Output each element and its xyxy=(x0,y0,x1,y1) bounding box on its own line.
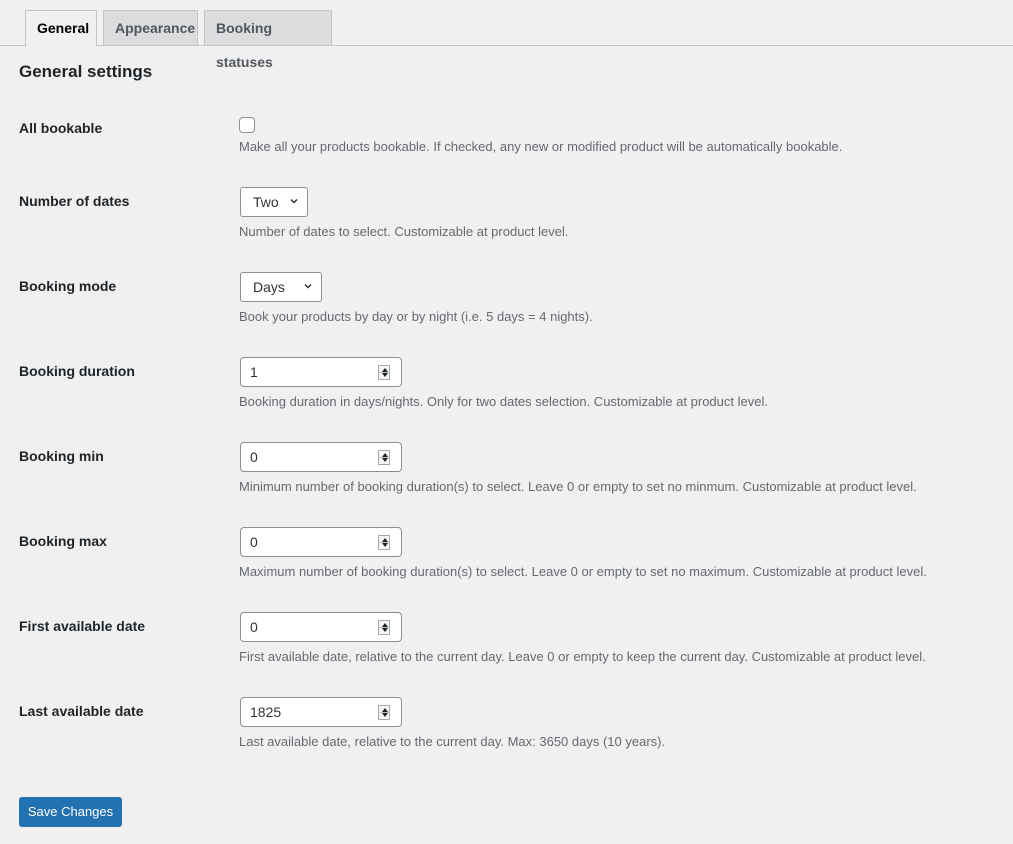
number-of-dates-select[interactable]: Two xyxy=(240,187,308,217)
booking-mode-label: Booking mode xyxy=(19,278,117,294)
spinner-icon[interactable] xyxy=(378,705,390,720)
booking-duration-input[interactable]: 1 xyxy=(240,357,402,387)
last-available-date-label: Last available date xyxy=(19,703,144,719)
booking-duration-label: Booking duration xyxy=(19,363,135,379)
spinner-icon[interactable] xyxy=(378,535,390,550)
booking-mode-value: Days xyxy=(253,279,285,295)
booking-mode-description: Book your products by day or by night (i… xyxy=(239,309,593,324)
booking-max-description: Maximum number of booking duration(s) to… xyxy=(239,564,927,579)
tab-booking-statuses[interactable]: Booking statuses xyxy=(204,10,332,70)
save-changes-button[interactable]: Save Changes xyxy=(19,797,122,827)
first-available-date-label: First available date xyxy=(19,618,146,634)
booking-max-input[interactable]: 0 xyxy=(240,527,402,557)
all-bookable-checkbox[interactable] xyxy=(239,117,255,133)
last-available-date-input[interactable]: 1825 xyxy=(240,697,402,727)
all-bookable-label: All bookable xyxy=(19,120,103,136)
number-of-dates-label: Number of dates xyxy=(19,193,130,209)
all-bookable-description: Make all your products bookable. If chec… xyxy=(239,139,843,154)
spinner-icon[interactable] xyxy=(378,450,390,465)
last-available-date-value: 1825 xyxy=(250,704,282,720)
spinner-icon[interactable] xyxy=(378,620,390,635)
booking-min-description: Minimum number of booking duration(s) to… xyxy=(239,479,917,494)
first-available-date-description: First available date, relative to the cu… xyxy=(239,649,926,664)
last-available-date-description: Last available date, relative to the cur… xyxy=(239,734,666,749)
booking-min-value: 0 xyxy=(250,449,258,465)
chevron-down-icon xyxy=(304,283,312,289)
booking-mode-select[interactable]: Days xyxy=(240,272,322,302)
chevron-down-icon xyxy=(290,198,298,204)
booking-duration-description: Booking duration in days/nights. Only fo… xyxy=(239,394,768,409)
first-available-date-value: 0 xyxy=(250,619,258,635)
section-title: General settings xyxy=(19,62,153,81)
tab-appearance[interactable]: Appearance xyxy=(103,10,198,46)
spinner-icon[interactable] xyxy=(378,365,390,380)
tab-general[interactable]: General xyxy=(25,10,97,47)
settings-tabs: General Appearance Booking statuses xyxy=(0,0,1013,70)
number-of-dates-value: Two xyxy=(253,194,279,210)
number-of-dates-description: Number of dates to select. Customizable … xyxy=(239,224,569,239)
first-available-date-input[interactable]: 0 xyxy=(240,612,402,642)
booking-min-input[interactable]: 0 xyxy=(240,442,402,472)
booking-duration-value: 1 xyxy=(250,364,258,380)
booking-max-label: Booking max xyxy=(19,533,107,549)
booking-max-value: 0 xyxy=(250,534,258,550)
booking-min-label: Booking min xyxy=(19,448,104,464)
